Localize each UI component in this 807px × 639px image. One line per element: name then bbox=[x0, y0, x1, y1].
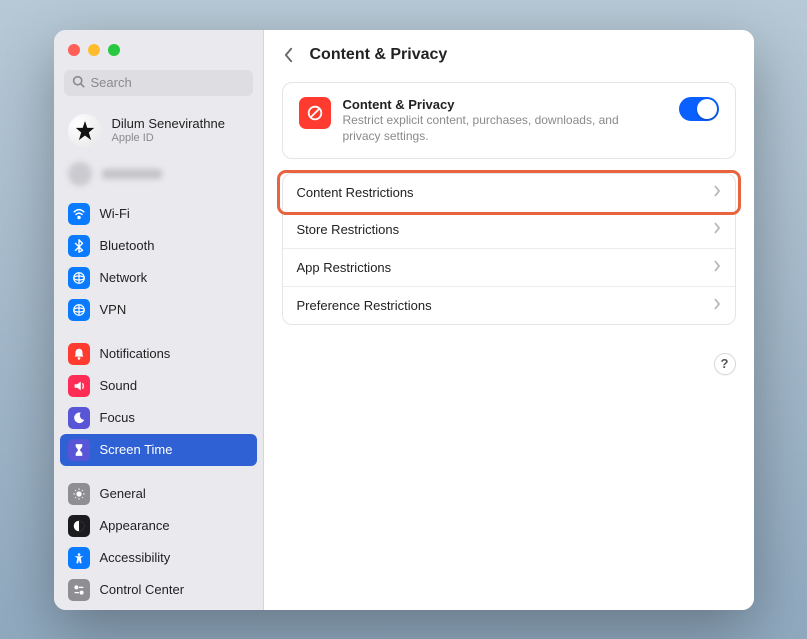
wifi-icon bbox=[68, 203, 90, 225]
sidebar-item-sound[interactable]: Sound bbox=[60, 370, 257, 402]
sidebar-item-siri-spotlight[interactable]: Siri & Spotlight bbox=[60, 606, 257, 610]
sound-icon bbox=[68, 375, 90, 397]
accessibility-icon bbox=[68, 547, 90, 569]
close-window-button[interactable] bbox=[68, 44, 80, 56]
row-label: Store Restrictions bbox=[297, 222, 400, 237]
account-name: Dilum Senevirathne bbox=[112, 117, 225, 131]
row-label: App Restrictions bbox=[297, 260, 392, 275]
notifications-icon bbox=[68, 343, 90, 365]
row-preference-restrictions[interactable]: Preference Restrictions bbox=[283, 286, 735, 324]
sidebar-nav: Wi-Fi Bluetooth Network VPN bbox=[54, 196, 263, 610]
sidebar-item-network[interactable]: Network bbox=[60, 262, 257, 294]
row-app-restrictions[interactable]: App Restrictions bbox=[283, 248, 735, 286]
sidebar: Dilum Senevirathne Apple ID Wi-Fi Blueto… bbox=[54, 30, 264, 610]
window-controls bbox=[54, 30, 263, 62]
sidebar-item-label: Notifications bbox=[100, 346, 171, 361]
sidebar-item-bluetooth[interactable]: Bluetooth bbox=[60, 230, 257, 262]
back-button[interactable] bbox=[278, 44, 300, 66]
avatar bbox=[68, 114, 102, 148]
row-label: Preference Restrictions bbox=[297, 298, 432, 313]
family-row[interactable] bbox=[54, 156, 263, 196]
general-icon bbox=[68, 483, 90, 505]
sidebar-item-label: General bbox=[100, 486, 146, 501]
sidebar-item-notifications[interactable]: Notifications bbox=[60, 338, 257, 370]
minimize-window-button[interactable] bbox=[88, 44, 100, 56]
sidebar-item-control-center[interactable]: Control Center bbox=[60, 574, 257, 606]
help-button[interactable]: ? bbox=[714, 353, 736, 375]
sidebar-item-wifi[interactable]: Wi-Fi bbox=[60, 198, 257, 230]
sidebar-item-label: Wi-Fi bbox=[100, 206, 130, 221]
apple-id-account[interactable]: Dilum Senevirathne Apple ID bbox=[54, 106, 263, 156]
sidebar-item-label: Screen Time bbox=[100, 442, 173, 457]
page-title: Content & Privacy bbox=[310, 46, 448, 64]
restrictions-list: Content Restrictions Store Restrictions … bbox=[282, 173, 736, 325]
screen-time-icon bbox=[68, 439, 90, 461]
settings-window: Dilum Senevirathne Apple ID Wi-Fi Blueto… bbox=[54, 30, 754, 610]
row-content-restrictions[interactable]: Content Restrictions bbox=[283, 174, 735, 211]
control-center-icon bbox=[68, 579, 90, 601]
content-privacy-card: Content & Privacy Restrict explicit cont… bbox=[282, 82, 736, 159]
main-content: Content & Privacy Content & Privacy Rest… bbox=[264, 30, 754, 610]
appearance-icon bbox=[68, 515, 90, 537]
sidebar-item-label: Bluetooth bbox=[100, 238, 155, 253]
network-icon bbox=[68, 267, 90, 289]
sidebar-item-label: Network bbox=[100, 270, 148, 285]
chevron-right-icon bbox=[713, 298, 721, 313]
sidebar-item-focus[interactable]: Focus bbox=[60, 402, 257, 434]
search-icon bbox=[72, 75, 85, 91]
sidebar-item-label: VPN bbox=[100, 302, 127, 317]
sidebar-item-label: Focus bbox=[100, 410, 135, 425]
fullscreen-window-button[interactable] bbox=[108, 44, 120, 56]
content-privacy-toggle[interactable] bbox=[679, 97, 719, 121]
sidebar-item-label: Accessibility bbox=[100, 550, 171, 565]
chevron-right-icon bbox=[713, 260, 721, 275]
chevron-right-icon bbox=[713, 185, 721, 200]
vpn-icon bbox=[68, 299, 90, 321]
account-subtitle: Apple ID bbox=[112, 132, 225, 144]
search-input[interactable] bbox=[91, 75, 245, 90]
sidebar-item-label: Sound bbox=[100, 378, 138, 393]
focus-icon bbox=[68, 407, 90, 429]
header: Content & Privacy bbox=[264, 30, 754, 72]
row-label: Content Restrictions bbox=[297, 185, 414, 200]
content-privacy-title: Content & Privacy bbox=[343, 97, 643, 112]
sidebar-item-vpn[interactable]: VPN bbox=[60, 294, 257, 326]
sidebar-item-label: Appearance bbox=[100, 518, 170, 533]
row-store-restrictions[interactable]: Store Restrictions bbox=[283, 211, 735, 248]
bluetooth-icon bbox=[68, 235, 90, 257]
chevron-right-icon bbox=[713, 222, 721, 237]
sidebar-item-appearance[interactable]: Appearance bbox=[60, 510, 257, 542]
search-field[interactable] bbox=[64, 70, 253, 96]
content-privacy-subtitle: Restrict explicit content, purchases, do… bbox=[343, 112, 643, 144]
sidebar-item-general[interactable]: General bbox=[60, 478, 257, 510]
sidebar-item-accessibility[interactable]: Accessibility bbox=[60, 542, 257, 574]
sidebar-item-screen-time[interactable]: Screen Time bbox=[60, 434, 257, 466]
sidebar-item-label: Control Center bbox=[100, 582, 185, 597]
content-privacy-icon bbox=[299, 97, 331, 129]
